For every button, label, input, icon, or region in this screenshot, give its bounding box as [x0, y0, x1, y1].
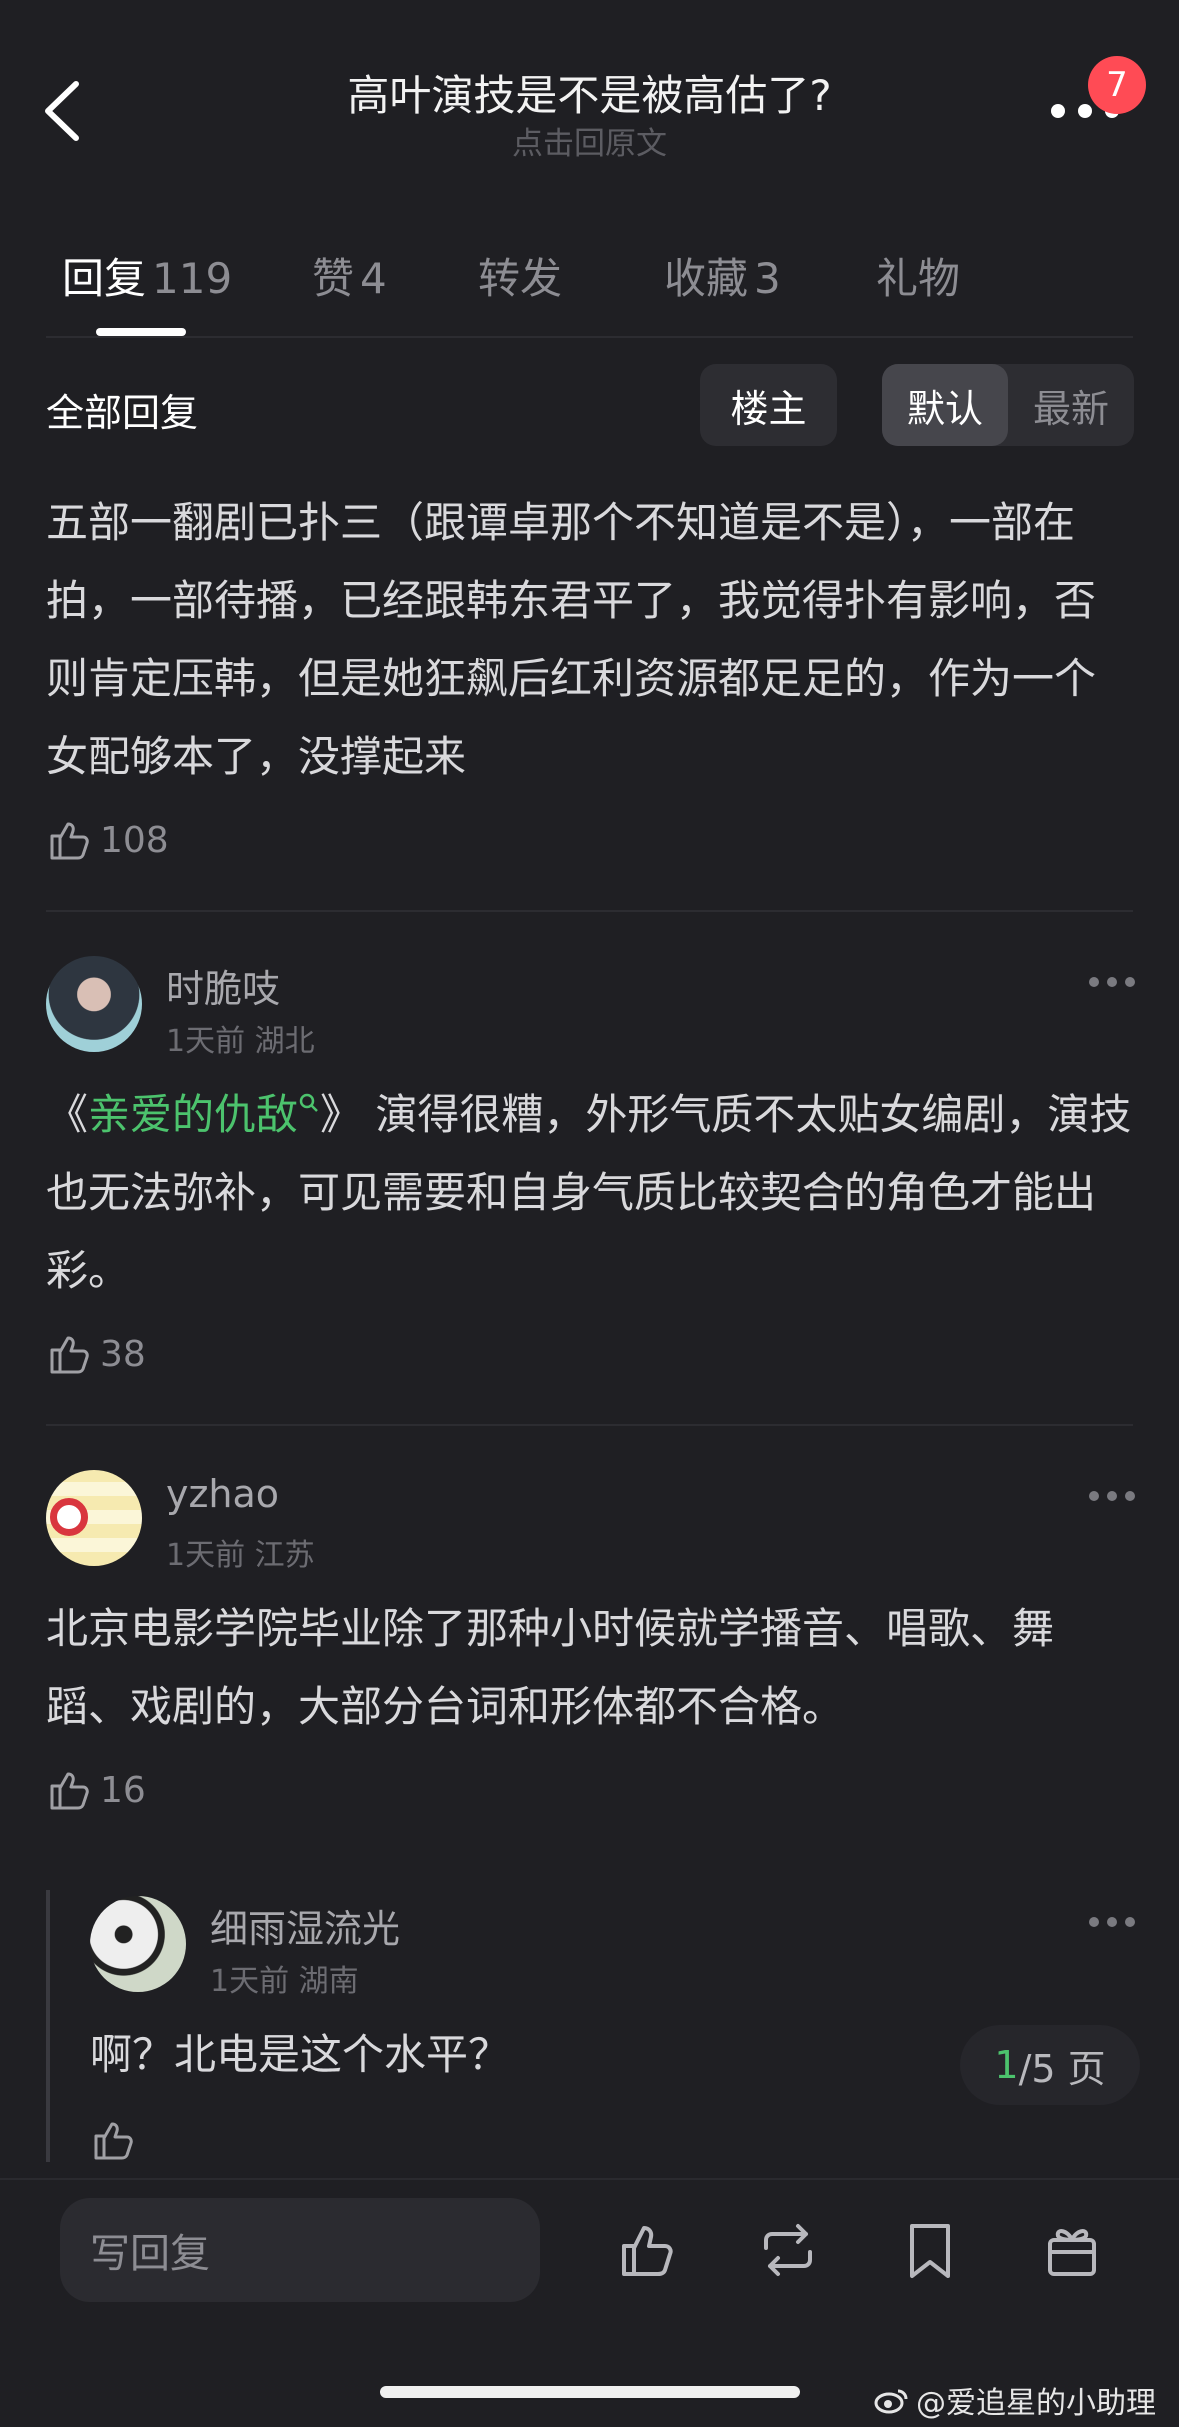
comment-text: 《亲爱的仇敌》 演得很糟，外形气质不太贴女编剧，演技也无法弥补，可见需要和自身气…	[46, 1076, 1136, 1310]
like-button[interactable]	[90, 2116, 138, 2164]
watermark: @爱追星的小助理	[874, 2378, 1156, 2422]
comment-text: 五部一翻剧已扑三（跟谭卓那个不知道是不是），一部在拍，一部待播，已经跟韩东君平了…	[46, 498, 1097, 781]
page-indicator[interactable]: 1/5 页	[960, 2025, 1140, 2105]
tab-label: 转发	[478, 254, 563, 303]
notification-badge: 7	[1088, 56, 1146, 114]
avatar-logo	[50, 1498, 88, 1536]
divider	[46, 336, 1133, 338]
bookmark-button[interactable]	[898, 2218, 962, 2282]
page-title: 高叶演技是不是被高估了?	[347, 71, 832, 120]
title-link-open: 《	[46, 1090, 89, 1139]
tab-reposts[interactable]: 转发	[478, 245, 562, 306]
like-button[interactable]: 108	[46, 816, 169, 864]
tab-likes[interactable]: 赞4	[312, 245, 387, 306]
thumb-up-icon	[50, 1772, 89, 1810]
comment-meta: 1天前 湖北	[166, 1024, 315, 1059]
sort-latest-button[interactable]: 最新	[1008, 364, 1134, 446]
divider	[46, 910, 1133, 912]
tab-count: 4	[360, 254, 387, 303]
repost-button[interactable]	[756, 2218, 820, 2282]
more-icon	[1089, 1491, 1135, 1501]
title-link-close: 》	[320, 1090, 363, 1139]
tab-label: 礼物	[876, 254, 961, 303]
like-count: 16	[100, 1769, 146, 1811]
like-count: 108	[100, 819, 169, 861]
comment-more-button[interactable]	[1088, 1914, 1136, 1928]
more-icon	[1089, 1917, 1135, 1927]
comment-more-button[interactable]	[1088, 974, 1136, 988]
comment-text: 北京电影学院毕业除了那种小时候就学播音、唱歌、舞蹈、戏剧的，大部分台词和形体都不…	[46, 1604, 1055, 1731]
like-button[interactable]: 38	[46, 1330, 146, 1378]
avatar[interactable]	[90, 1896, 186, 1992]
op-only-button[interactable]: 楼主	[700, 364, 837, 446]
avatar[interactable]	[46, 956, 142, 1052]
thumb-up-icon	[50, 822, 89, 860]
gift-icon	[1048, 2229, 1096, 2276]
bookmark-icon	[910, 2224, 950, 2278]
gift-button[interactable]	[1040, 2218, 1104, 2282]
like-count: 38	[100, 1333, 146, 1375]
tab-label: 回复	[62, 254, 147, 303]
linked-title[interactable]: 亲爱的仇敌	[88, 1090, 298, 1139]
tab-count: 119	[152, 254, 233, 303]
home-indicator	[380, 2386, 800, 2398]
tab-replies[interactable]: 回复 119	[62, 245, 232, 306]
thumb-up-icon	[50, 1336, 89, 1374]
reply-thread-line	[46, 1890, 50, 2162]
more-icon	[1089, 977, 1135, 987]
username[interactable]: yzhao	[166, 1472, 279, 1516]
thumb-up-icon	[622, 2226, 673, 2276]
tab-label: 赞	[312, 254, 355, 303]
like-post-button[interactable]	[616, 2218, 680, 2282]
comment-meta: 1天前 江苏	[166, 1538, 315, 1573]
current-page: 1	[994, 2043, 1019, 2087]
total-pages: /5 页	[1018, 2046, 1106, 2091]
comment-text: 啊？北电是这个水平？	[90, 2030, 511, 2079]
reply-input[interactable]: 写回复	[60, 2198, 540, 2302]
tab-count: 3	[754, 254, 781, 303]
back-to-original-link[interactable]: 点击回原文	[0, 118, 1179, 163]
divider	[46, 1424, 1133, 1426]
all-replies-label: 全部回复	[46, 391, 199, 435]
tab-favorites[interactable]: 收藏 3	[664, 245, 781, 306]
thumb-up-icon	[94, 2122, 133, 2160]
tab-indicator	[96, 328, 186, 336]
tab-label: 收藏	[664, 254, 749, 303]
weibo-icon	[874, 2389, 908, 2414]
search-icon	[299, 1093, 318, 1112]
avatar[interactable]	[46, 1470, 142, 1566]
tab-gifts[interactable]: 礼物	[876, 245, 960, 306]
username[interactable]: 细雨湿流光	[210, 1898, 400, 1953]
repost-icon	[764, 2224, 812, 2276]
watermark-text: @爱追星的小助理	[916, 2386, 1156, 2421]
comment-meta: 1天前 湖南	[210, 1964, 359, 1999]
sort-default-button[interactable]: 默认	[882, 364, 1008, 446]
username[interactable]: 时脆吱	[166, 958, 280, 1013]
like-button[interactable]: 16	[46, 1766, 146, 1814]
comment-more-button[interactable]	[1088, 1488, 1136, 1502]
